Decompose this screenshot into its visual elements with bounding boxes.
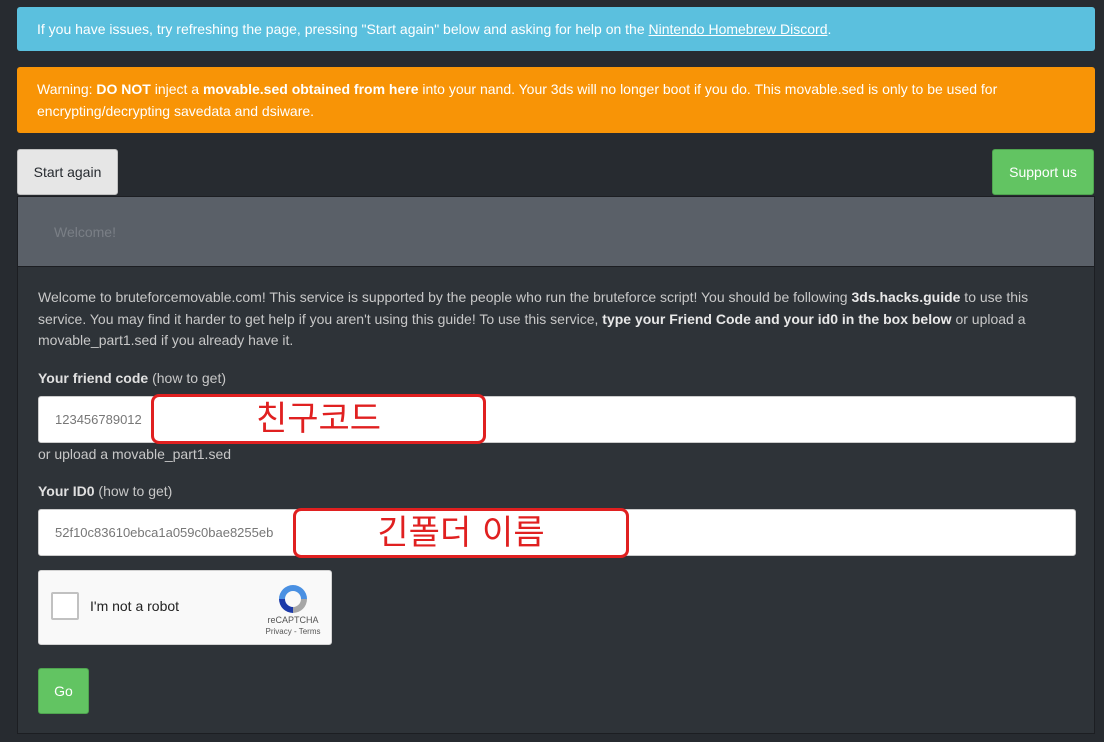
recaptcha-label: I'm not a robot (90, 598, 180, 614)
panel-heading: Welcome! (18, 197, 1094, 267)
intro-instruction: type your Friend Code and your id0 in th… (602, 310, 952, 327)
warning-prefix: Warning: (37, 81, 97, 97)
intro-text: Welcome to bruteforcemovable.com! This s… (38, 287, 1078, 352)
support-us-button[interactable]: Support us (992, 149, 1094, 195)
info-alert-text: If you have issues, try refreshing the p… (37, 21, 649, 37)
friend-code-label-text: Your friend code (38, 370, 149, 386)
recaptcha-checkbox[interactable] (51, 592, 79, 620)
go-button[interactable]: Go (38, 668, 89, 714)
id0-label: Your ID0 (how to get) (38, 483, 172, 499)
recaptcha-terms[interactable]: Privacy - Terms (263, 627, 323, 636)
recaptcha-brand: reCAPTCHA (267, 615, 319, 625)
guide-link[interactable]: 3ds.hacks.guide (851, 289, 960, 305)
info-alert: If you have issues, try refreshing the p… (17, 7, 1095, 51)
intro-part1: Welcome to bruteforcemovable.com! This s… (38, 289, 852, 305)
start-again-button[interactable]: Start again (17, 149, 118, 195)
discord-link[interactable]: Nintendo Homebrew Discord (649, 21, 828, 37)
warning-alert: Warning: DO NOT inject a movable.sed obt… (17, 67, 1095, 133)
upload-movable-link[interactable]: or upload a movable_part1.sed (38, 446, 231, 462)
id0-annotation: 긴폴더 이름 (293, 508, 629, 558)
id0-label-text: Your ID0 (38, 483, 95, 499)
warning-do-not: DO NOT (96, 81, 151, 97)
recaptcha-logo-icon (279, 585, 307, 613)
recaptcha-widget: I'm not a robot reCAPTCHA Privacy - Term… (38, 570, 332, 645)
welcome-panel: Welcome! Welcome to bruteforcemovable.co… (17, 196, 1095, 734)
friend-code-how-to-get[interactable]: (how to get) (148, 370, 226, 386)
friend-code-label: Your friend code (how to get) (38, 370, 226, 386)
info-alert-period: . (827, 21, 832, 37)
friend-code-value: 123456789012 (55, 412, 142, 427)
friend-code-annotation: 친구코드 (151, 394, 486, 444)
warning-movable-bold: movable.sed obtained from here (202, 81, 419, 97)
id0-how-to-get[interactable]: (how to get) (95, 483, 172, 499)
warning-text1: inject a (150, 81, 203, 97)
id0-value: 52f10c83610ebca1a059c0bae8255eb (55, 525, 274, 540)
